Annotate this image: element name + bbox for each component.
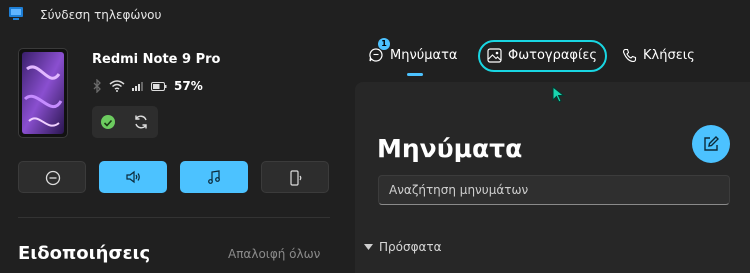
unread-badge: 1	[378, 38, 390, 50]
phone-icon	[622, 48, 637, 62]
do-not-disturb-button[interactable]	[18, 161, 86, 193]
tab-messages-label: Μηνύματα	[390, 47, 458, 63]
connected-check-icon	[101, 115, 115, 129]
messages-heading: Μηνύματα	[377, 134, 523, 163]
phone-link-app-icon	[9, 7, 23, 20]
device-status-row: 57%	[92, 79, 203, 93]
do-not-disturb-icon	[45, 170, 61, 186]
tab-calls-label: Κλήσεις	[643, 47, 695, 63]
battery-percentage: 57%	[174, 79, 203, 93]
chevron-down-icon	[364, 244, 373, 250]
tab-calls[interactable]: Κλήσεις	[622, 40, 695, 70]
compose-icon	[704, 136, 719, 151]
messages-panel: Μηνύματα Πρόσφατα	[355, 82, 750, 273]
music-button[interactable]	[180, 161, 248, 193]
search-messages-input[interactable]	[378, 175, 730, 205]
mouse-cursor-icon	[552, 86, 565, 103]
device-panel: Redmi Note 9 Pro 57% Ειδοποιήσεις Απαλοι…	[0, 30, 345, 273]
speaker-icon	[126, 170, 140, 184]
bluetooth-icon	[93, 79, 101, 93]
battery-icon	[151, 81, 167, 91]
recent-section-toggle[interactable]: Πρόσφατα	[364, 240, 442, 254]
clear-all-link[interactable]: Απαλοιφή όλων	[228, 247, 320, 261]
wifi-icon	[109, 80, 125, 92]
signal-icon	[132, 82, 143, 91]
device-name: Redmi Note 9 Pro	[92, 52, 221, 67]
refresh-icon[interactable]	[132, 113, 150, 131]
divider	[18, 217, 330, 218]
phone-audio-icon	[290, 170, 302, 186]
recent-label: Πρόσφατα	[379, 240, 442, 254]
audio-output-button[interactable]	[99, 161, 167, 193]
title-bar: Σύνδεση τηλεφώνου	[0, 0, 750, 30]
new-message-button[interactable]	[692, 125, 730, 163]
active-tab-indicator	[407, 73, 423, 76]
window-title: Σύνδεση τηλεφώνου	[40, 8, 162, 22]
phone-audio-button[interactable]	[261, 161, 329, 193]
notifications-heading: Ειδοποιήσεις	[18, 243, 151, 264]
phone-wallpaper-thumbnail[interactable]	[18, 48, 68, 138]
connection-status-box	[92, 106, 158, 138]
photos-tab-focus-ring	[478, 40, 607, 72]
music-note-icon	[208, 170, 220, 184]
